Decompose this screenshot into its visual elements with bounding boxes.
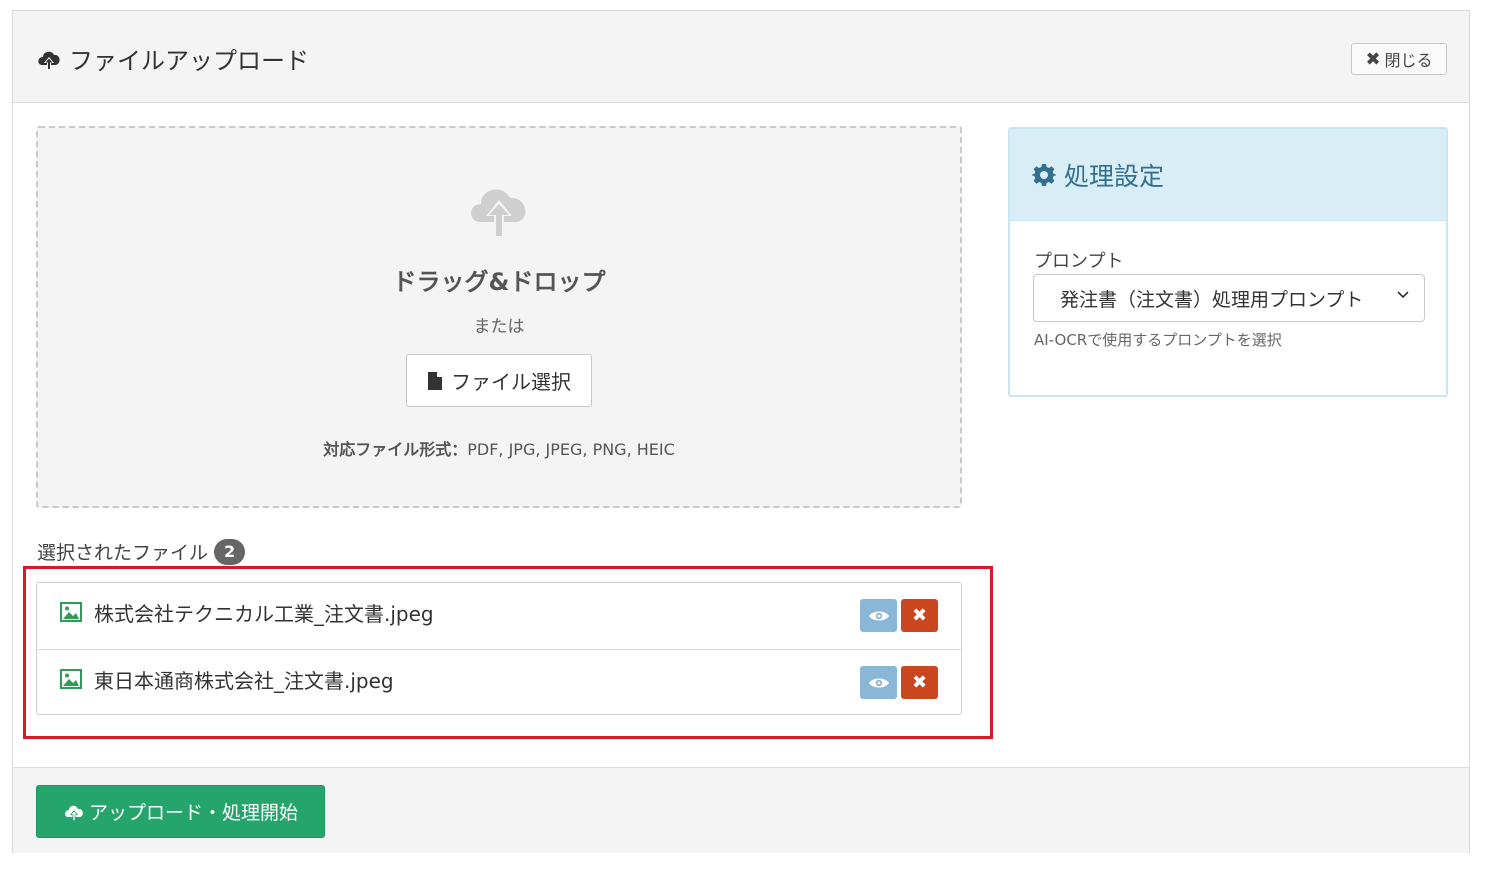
upload-start-button[interactable]: アップロード・処理開始 — [36, 785, 325, 838]
prompt-label: プロンプト — [1034, 251, 1124, 272]
supported-formats: 対応ファイル形式：PDF, JPG, JPEG, PNG, HEIC — [38, 436, 960, 460]
file-list-item: 株式会社テクニカル工業_注文書.jpeg ✖ — [37, 583, 961, 649]
file-dropzone[interactable]: ドラッグ&ドロップ または ファイル選択 対応ファイル形式：PDF, JPG, … — [36, 126, 962, 508]
settings-header: 処理設定 — [1010, 129, 1446, 221]
remove-file-button[interactable]: ✖ — [901, 666, 938, 699]
selected-file-list: 株式会社テクニカル工業_注文書.jpeg ✖ 東日本通商株式会社_注文書.jpe… — [36, 582, 962, 715]
processing-settings-panel: 処理設定 プロンプト 発注書（注文書）処理用プロンプト AI-OCRで使用するプ… — [1008, 127, 1448, 397]
prompt-select[interactable]: 発注書（注文書）処理用プロンプト — [1033, 274, 1425, 322]
close-button-label: 閉じる — [1384, 51, 1433, 70]
settings-title: 処理設定 — [1064, 161, 1165, 191]
file-name: 東日本通商株式会社_注文書.jpeg — [94, 669, 394, 693]
selected-files-label-text: 選択されたファイル — [37, 542, 209, 564]
supported-formats-label: 対応ファイル形式： — [323, 440, 468, 459]
selected-files-label: 選択されたファイル 2 — [37, 538, 246, 565]
modal-title: ファイルアップロード — [35, 41, 309, 76]
dropzone-or-text: または — [473, 317, 525, 337]
file-select-label: ファイル選択 — [451, 370, 571, 394]
preview-button[interactable] — [860, 666, 897, 699]
modal-header: ファイルアップロード ✖ 閉じる — [13, 11, 1469, 103]
prompt-help-text: AI-OCRで使用するプロンプトを選択 — [1034, 331, 1282, 349]
file-select-button[interactable]: ファイル選択 — [406, 354, 592, 407]
image-file-icon — [60, 602, 82, 622]
close-button[interactable]: ✖ 閉じる — [1351, 43, 1447, 75]
gear-icon — [1032, 163, 1056, 186]
modal-title-text: ファイルアップロード — [69, 47, 309, 75]
cloud-upload-icon — [38, 51, 60, 70]
preview-button[interactable] — [860, 599, 897, 632]
cloud-upload-icon — [65, 805, 83, 821]
chevron-down-icon — [1397, 291, 1409, 299]
modal-footer: アップロード・処理開始 — [13, 767, 1469, 853]
upload-modal: ファイルアップロード ✖ 閉じる ドラッグ&ドロップ または ファイル選択 対応… — [12, 10, 1470, 853]
close-icon: ✖ — [911, 672, 928, 693]
close-icon: ✖ — [1365, 48, 1381, 70]
dropzone-title: ドラッグ&ドロップ — [392, 268, 606, 296]
file-name: 株式会社テクニカル工業_注文書.jpeg — [94, 602, 434, 626]
file-count-badge: 2 — [214, 538, 246, 565]
cloud-upload-icon — [471, 189, 526, 238]
eye-icon — [868, 678, 889, 687]
file-icon — [428, 371, 442, 390]
supported-formats-value: PDF, JPG, JPEG, PNG, HEIC — [467, 440, 675, 459]
image-file-icon — [60, 669, 82, 689]
file-list-item: 東日本通商株式会社_注文書.jpeg ✖ — [37, 649, 961, 715]
eye-icon — [868, 611, 889, 620]
remove-file-button[interactable]: ✖ — [901, 599, 938, 632]
prompt-select-value: 発注書（注文書）処理用プロンプト — [1060, 288, 1364, 311]
close-icon: ✖ — [911, 605, 928, 626]
upload-start-label: アップロード・処理開始 — [88, 802, 298, 824]
